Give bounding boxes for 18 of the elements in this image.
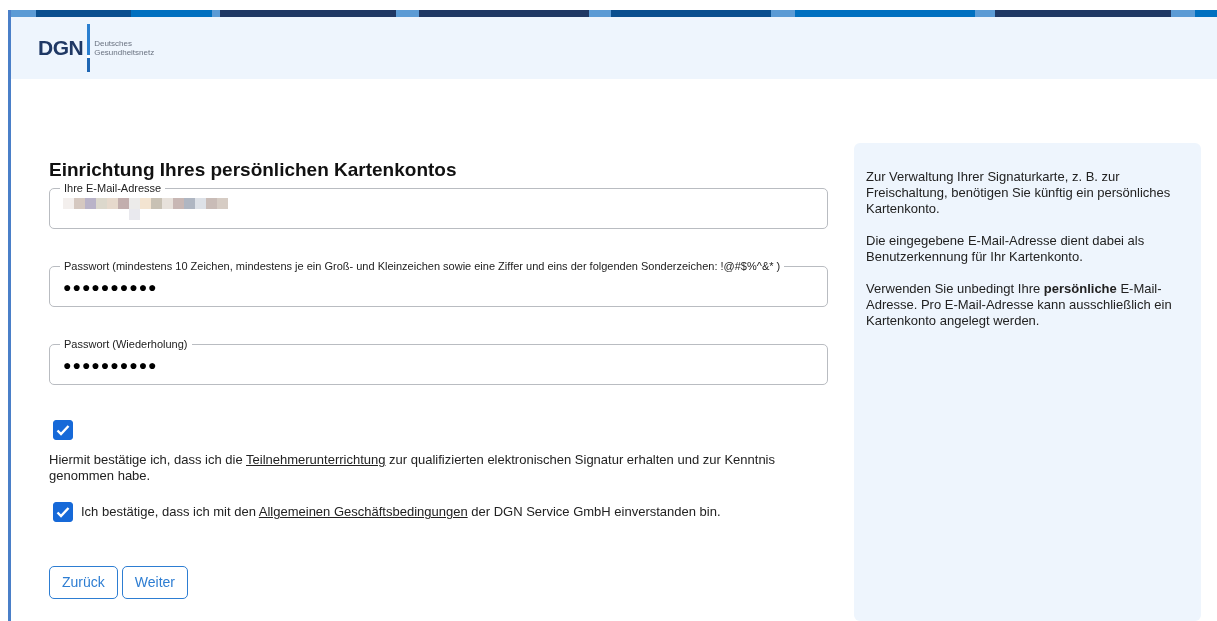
logo-divider	[87, 24, 91, 72]
logo-text: Gesundheitsnetz	[94, 48, 155, 57]
logo-text: Deutsches	[94, 39, 133, 48]
nav-button[interactable]: Zurück	[49, 566, 118, 600]
consent-text: Hiermit bestätige ich, dass ich die Teilnehmerunterrichtung zur qualifizierten elektronischen Signatur erhalten und zur Kenntnis genommen habe.	[49, 452, 776, 485]
logo-mark: DGN	[38, 35, 84, 62]
checkbox[interactable]	[53, 419, 73, 440]
info-text: Zur Verwaltung Ihrer Signaturkarte, z. B. zur Freischaltung, benötigen Sie künftig ein persönliches Kartenkonto.	[866, 169, 1172, 217]
field-value: ●●●●●●●●●●	[63, 277, 159, 297]
info-text: Die eingegebene E-Mail-Adresse dient dabei als Benutzerkennung für Ihr Kartenkonto.	[866, 233, 1146, 265]
form-title: Einrichtung Ihres persönlichen Kartenkontos	[49, 159, 458, 182]
nav-button[interactable]: Weiter	[121, 566, 188, 600]
field-value: ●●●●●●●●●●	[63, 355, 159, 375]
consent-text: Ich bestätige, dass ich mit den Allgemeinen Geschäftsbedingungen der DGN Service GmbH einverstanden bin.	[81, 504, 721, 521]
terms-link[interactable]: Allgemeinen Geschäftsbedingungen	[258, 504, 468, 520]
terms-link[interactable]: Teilnehmerunterrichtung	[246, 452, 386, 468]
checkbox[interactable]	[53, 502, 73, 523]
info-text: Verwenden Sie unbedingt Ihre persönliche E-Mail-Adresse. Pro E-Mail-Adresse kann ausschließlich ein Kartenkonto angelegt werden.	[866, 281, 1173, 329]
